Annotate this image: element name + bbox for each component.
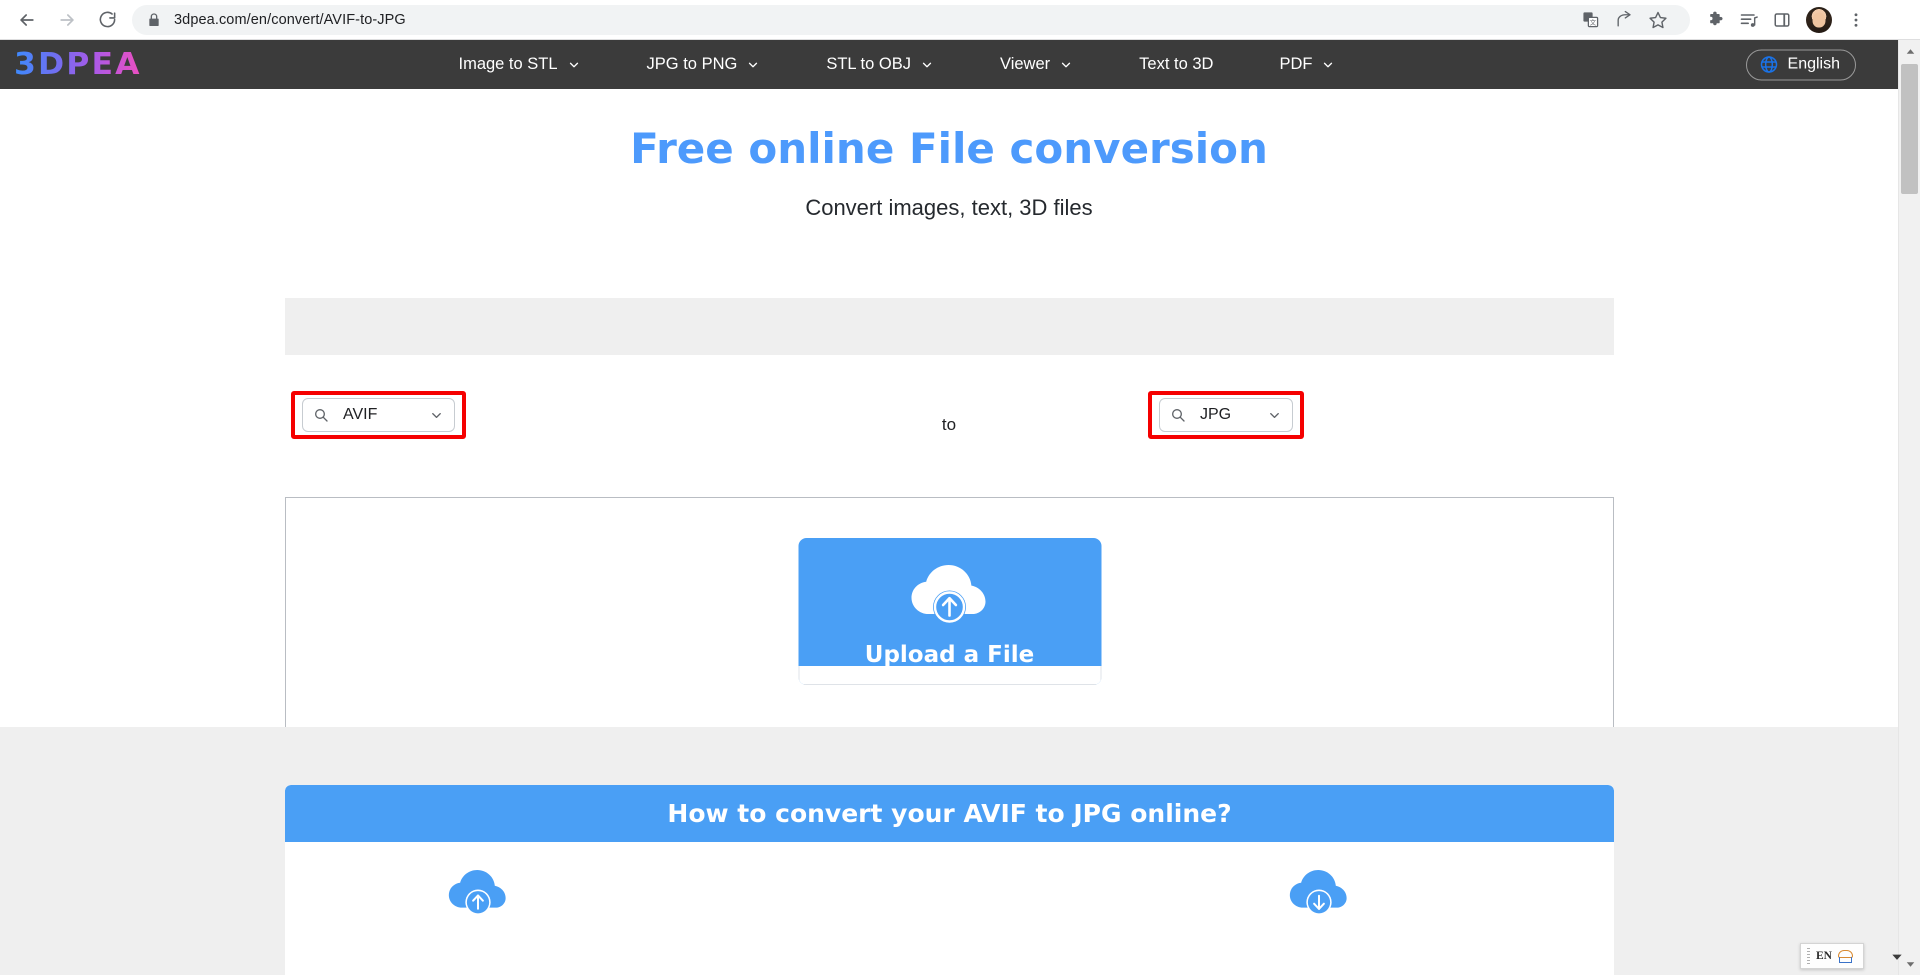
share-button[interactable]	[1608, 4, 1640, 36]
chevron-down-icon	[920, 58, 934, 72]
chevron-down-icon	[1059, 58, 1073, 72]
nav-item-text-to-3d[interactable]: Text to 3D	[1106, 55, 1246, 74]
upload-file-button[interactable]: Upload a File	[798, 538, 1101, 685]
ime-language-label[interactable]: EN	[1816, 950, 1832, 962]
nav-label: PDF	[1279, 55, 1312, 74]
language-selector[interactable]: English	[1746, 49, 1856, 80]
chrome-menu-icon	[1847, 11, 1865, 29]
ime-expand-button[interactable]	[1890, 950, 1904, 969]
reading-list-button[interactable]	[1733, 4, 1765, 36]
scroll-up-button[interactable]	[1899, 40, 1920, 62]
translate-icon: 文	[1582, 11, 1599, 28]
svg-text:文: 文	[1589, 17, 1596, 26]
ime-toolbar[interactable]: EN	[1800, 943, 1864, 969]
chevron-down-icon	[1321, 58, 1335, 72]
page-content: Free online File conversion Convert imag…	[0, 89, 1898, 975]
back-arrow-icon	[17, 10, 37, 30]
extensions-puzzle-icon	[1707, 10, 1726, 29]
converter-bar	[285, 298, 1614, 355]
nav-label: STL to OBJ	[826, 55, 911, 74]
bookmark-button[interactable]	[1642, 4, 1674, 36]
nav-item-stl-to-obj[interactable]: STL to OBJ	[793, 55, 967, 74]
cloud-download-icon	[1286, 867, 1352, 919]
ime-mode-icon[interactable]	[1838, 950, 1851, 963]
nav-label: Text to 3D	[1139, 55, 1213, 74]
upload-file-input-strip[interactable]	[798, 666, 1101, 685]
bookmark-star-icon	[1648, 10, 1668, 30]
how-to-card: How to convert your AVIF to JPG online?	[285, 785, 1614, 975]
page-title: Free online File conversion	[0, 124, 1898, 173]
page-scrollbar[interactable]	[1898, 40, 1920, 975]
share-icon	[1615, 10, 1634, 29]
reading-list-icon	[1739, 10, 1759, 30]
nav-label: Viewer	[1000, 55, 1050, 74]
file-dropzone[interactable]: Upload a File	[285, 497, 1614, 765]
reload-button[interactable]	[88, 1, 126, 39]
site-header: 3DPEA Image to STL JPG to PNG STL to OBJ…	[0, 40, 1898, 89]
reload-icon	[98, 10, 117, 29]
nav-label: Image to STL	[458, 55, 557, 74]
browser-nav-buttons	[0, 1, 126, 39]
cloud-upload-icon	[907, 562, 993, 628]
browser-toolbar-right	[1700, 4, 1878, 36]
scrollbar-thumb[interactable]	[1901, 64, 1918, 194]
address-bar[interactable]: 3dpea.com/en/convert/AVIF-to-JPG 文	[132, 5, 1690, 35]
site-logo[interactable]: 3DPEA	[14, 47, 142, 82]
page-subtitle: Convert images, text, 3D files	[0, 195, 1898, 221]
side-panel-icon	[1773, 11, 1791, 29]
forward-button[interactable]	[48, 1, 86, 39]
how-to-step-upload	[445, 867, 511, 924]
omnibox-actions: 文	[1574, 4, 1676, 36]
how-to-step-download	[1286, 867, 1352, 924]
ime-drag-handle[interactable]	[1807, 948, 1810, 964]
chevron-down-icon	[567, 58, 581, 72]
globe-icon	[1759, 55, 1779, 75]
source-format-highlight	[291, 391, 466, 439]
chevron-down-icon	[746, 58, 760, 72]
cloud-upload-icon	[445, 867, 511, 919]
back-button[interactable]	[8, 1, 46, 39]
nav-label: JPG to PNG	[647, 55, 738, 74]
how-to-steps	[285, 842, 1614, 975]
lock-icon	[146, 12, 162, 28]
converter-separator-label: to	[874, 415, 1024, 435]
scroll-up-arrow-icon	[1906, 47, 1915, 56]
language-label: English	[1788, 56, 1840, 74]
main-navigation: Image to STL JPG to PNG STL to OBJ Viewe…	[425, 55, 1368, 74]
nav-item-jpg-to-png[interactable]: JPG to PNG	[614, 55, 794, 74]
side-panel-button[interactable]	[1766, 4, 1798, 36]
nav-item-image-to-stl[interactable]: Image to STL	[425, 55, 613, 74]
chevron-down-icon	[1890, 950, 1904, 964]
translate-button[interactable]: 文	[1574, 4, 1606, 36]
target-format-highlight	[1148, 391, 1304, 439]
how-to-heading: How to convert your AVIF to JPG online?	[285, 785, 1614, 842]
nav-item-pdf[interactable]: PDF	[1246, 55, 1368, 74]
nav-item-viewer[interactable]: Viewer	[967, 55, 1106, 74]
browser-toolbar: 3dpea.com/en/convert/AVIF-to-JPG 文	[0, 0, 1920, 40]
chrome-menu-button[interactable]	[1840, 4, 1872, 36]
scroll-down-arrow-icon	[1906, 960, 1915, 969]
profile-avatar[interactable]	[1806, 7, 1832, 33]
forward-arrow-icon	[57, 10, 77, 30]
upload-file-label: Upload a File	[865, 642, 1034, 668]
extensions-button[interactable]	[1700, 4, 1732, 36]
url-text: 3dpea.com/en/convert/AVIF-to-JPG	[174, 12, 406, 28]
